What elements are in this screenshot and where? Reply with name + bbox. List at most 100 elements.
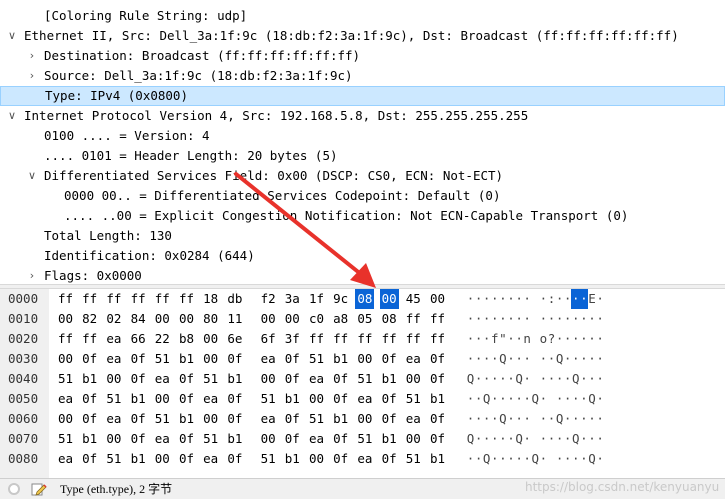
hex-byte[interactable]: ea: [201, 449, 220, 469]
hex-byte[interactable]: b1: [331, 409, 350, 429]
hex-byte[interactable]: 51: [259, 449, 278, 469]
hex-byte[interactable]: 51: [153, 349, 172, 369]
hex-byte[interactable]: 05: [355, 309, 374, 329]
hex-byte[interactable]: 00: [56, 409, 75, 429]
hex-byte[interactable]: b1: [331, 349, 350, 369]
hex-byte[interactable]: b1: [428, 389, 447, 409]
hex-byte[interactable]: ea: [104, 409, 123, 429]
hex-byte[interactable]: 82: [80, 309, 99, 329]
hex-byte[interactable]: 00: [153, 309, 172, 329]
hex-byte[interactable]: ea: [355, 449, 374, 469]
hex-row[interactable]: 0070 51 b1 00 0f ea 0f 51 b1 00 0f ea 0f 51 b1 00 0f Q · · ·…: [0, 429, 725, 449]
hex-byte[interactable]: b1: [283, 449, 302, 469]
hex-byte[interactable]: 0f: [177, 449, 196, 469]
tree-row[interactable]: Total Length: 130: [0, 226, 725, 246]
hex-byte[interactable]: 0f: [129, 349, 148, 369]
hex-byte[interactable]: 0f: [80, 449, 99, 469]
hex-row[interactable]: 0010 00 82 02 84 00 00 80 11 00 00 c0 a8 05 08 ff ff · · · ·…: [0, 309, 725, 329]
hex-byte[interactable]: 0f: [283, 409, 302, 429]
hex-byte[interactable]: ea: [201, 389, 220, 409]
ascii-char[interactable]: ·: [523, 429, 532, 449]
hex-byte[interactable]: 51: [56, 369, 75, 389]
hex-byte[interactable]: 6e: [225, 329, 244, 349]
hex-byte[interactable]: 0f: [225, 389, 244, 409]
hex-byte[interactable]: 00: [201, 349, 220, 369]
hex-byte[interactable]: 51: [104, 449, 123, 469]
hex-byte[interactable]: a8: [331, 309, 350, 329]
tree-row[interactable]: ∨ Differentiated Services Field: 0x00 (DS…: [0, 166, 725, 186]
ascii-char[interactable]: ·: [539, 449, 548, 469]
hex-byte[interactable]: b1: [428, 449, 447, 469]
hex-byte[interactable]: ea: [104, 349, 123, 369]
ascii-char[interactable]: ·: [596, 449, 605, 469]
hex-byte[interactable]: 3a: [283, 289, 302, 309]
ascii-char[interactable]: ·: [539, 389, 548, 409]
hex-byte[interactable]: 0f: [225, 449, 244, 469]
hex-byte[interactable]: 00: [404, 369, 423, 389]
hex-byte[interactable]: 0f: [331, 449, 350, 469]
hex-byte[interactable]: ff: [404, 329, 423, 349]
hex-byte[interactable]: c0: [307, 309, 326, 329]
hex-byte[interactable]: 00: [153, 389, 172, 409]
hex-byte[interactable]: 22: [153, 329, 172, 349]
hex-row[interactable]: 0030 00 0f ea 0f 51 b1 00 0f ea 0f 51 b1 00 0f ea 0f · · · ·…: [0, 349, 725, 369]
hex-byte[interactable]: b1: [177, 409, 196, 429]
hex-byte[interactable]: 00: [355, 349, 374, 369]
hex-byte[interactable]: 00: [355, 409, 374, 429]
hex-byte[interactable]: 0f: [80, 349, 99, 369]
hex-row[interactable]: 0050 ea 0f 51 b1 00 0f ea 0f 51 b1 00 0f ea 0f 51 b1 · · Q ·…: [0, 389, 725, 409]
ascii-char[interactable]: ·: [523, 369, 532, 389]
hex-byte[interactable]: 84: [129, 309, 148, 329]
hex-byte[interactable]: 0f: [428, 429, 447, 449]
hex-byte[interactable]: ff: [380, 329, 399, 349]
hex-byte[interactable]: ff: [80, 289, 99, 309]
ascii-char[interactable]: ·: [523, 409, 532, 429]
tree-row[interactable]: .... 0101 = Header Length: 20 bytes (5): [0, 146, 725, 166]
hex-byte[interactable]: 0f: [177, 369, 196, 389]
hex-byte[interactable]: 9c: [331, 289, 350, 309]
ascii-char[interactable]: ·: [596, 309, 605, 329]
hex-byte[interactable]: ea: [259, 409, 278, 429]
hex-byte[interactable]: 51: [259, 389, 278, 409]
hex-byte[interactable]: b1: [129, 449, 148, 469]
ascii-char[interactable]: ·: [596, 349, 605, 369]
hex-row[interactable]: 0080 ea 0f 51 b1 00 0f ea 0f 51 b1 00 0f ea 0f 51 b1 · · Q ·…: [0, 449, 725, 469]
hex-byte[interactable]: 00: [259, 429, 278, 449]
hex-byte[interactable]: 51: [355, 369, 374, 389]
hex-byte[interactable]: 0f: [283, 349, 302, 369]
hex-byte[interactable]: 00: [307, 389, 326, 409]
hex-byte[interactable]: b1: [225, 429, 244, 449]
hex-byte[interactable]: ff: [428, 329, 447, 349]
hex-byte[interactable]: 66: [129, 329, 148, 349]
hex-byte[interactable]: ff: [177, 289, 196, 309]
hex-byte[interactable]: 00: [259, 369, 278, 389]
hex-byte[interactable]: ea: [307, 369, 326, 389]
hex-byte[interactable]: 0f: [283, 429, 302, 449]
hex-byte[interactable]: 00: [56, 309, 75, 329]
hex-byte[interactable]: 1f: [307, 289, 326, 309]
hex-byte[interactable]: 00: [201, 329, 220, 349]
hex-byte[interactable]: b1: [380, 369, 399, 389]
hex-byte[interactable]: ff: [404, 309, 423, 329]
hex-byte[interactable]: ff: [104, 289, 123, 309]
ascii-char[interactable]: n: [523, 329, 532, 349]
hex-byte[interactable]: 0f: [331, 369, 350, 389]
packet-bytes-pane[interactable]: 0000 ff ff ff ff ff ff 18 db f2 3a 1f 9c 08 00 45 00 · · · ·…: [0, 289, 725, 478]
hex-byte[interactable]: f2: [259, 289, 278, 309]
hex-byte[interactable]: ff: [307, 329, 326, 349]
hex-byte[interactable]: 0f: [225, 349, 244, 369]
hex-row[interactable]: 0040 51 b1 00 0f ea 0f 51 b1 00 0f ea 0f 51 b1 00 0f Q · · ·…: [0, 369, 725, 389]
hex-byte[interactable]: 51: [201, 429, 220, 449]
hex-row[interactable]: 0000 ff ff ff ff ff ff 18 db f2 3a 1f 9c 08 00 45 00 · · · ·…: [0, 289, 725, 309]
hex-byte[interactable]: ea: [56, 449, 75, 469]
chevron-down-icon[interactable]: ∨: [6, 106, 18, 126]
ascii-char[interactable]: ·: [523, 349, 532, 369]
hex-byte[interactable]: 51: [355, 429, 374, 449]
hex-byte[interactable]: 0f: [331, 389, 350, 409]
ascii-char[interactable]: ·: [523, 309, 532, 329]
tree-row[interactable]: Identification: 0x0284 (644): [0, 246, 725, 266]
status-circle-icon[interactable]: [8, 483, 20, 495]
hex-byte[interactable]: 00: [259, 309, 278, 329]
hex-byte[interactable]: 51: [404, 449, 423, 469]
chevron-down-icon[interactable]: ∨: [6, 26, 18, 46]
